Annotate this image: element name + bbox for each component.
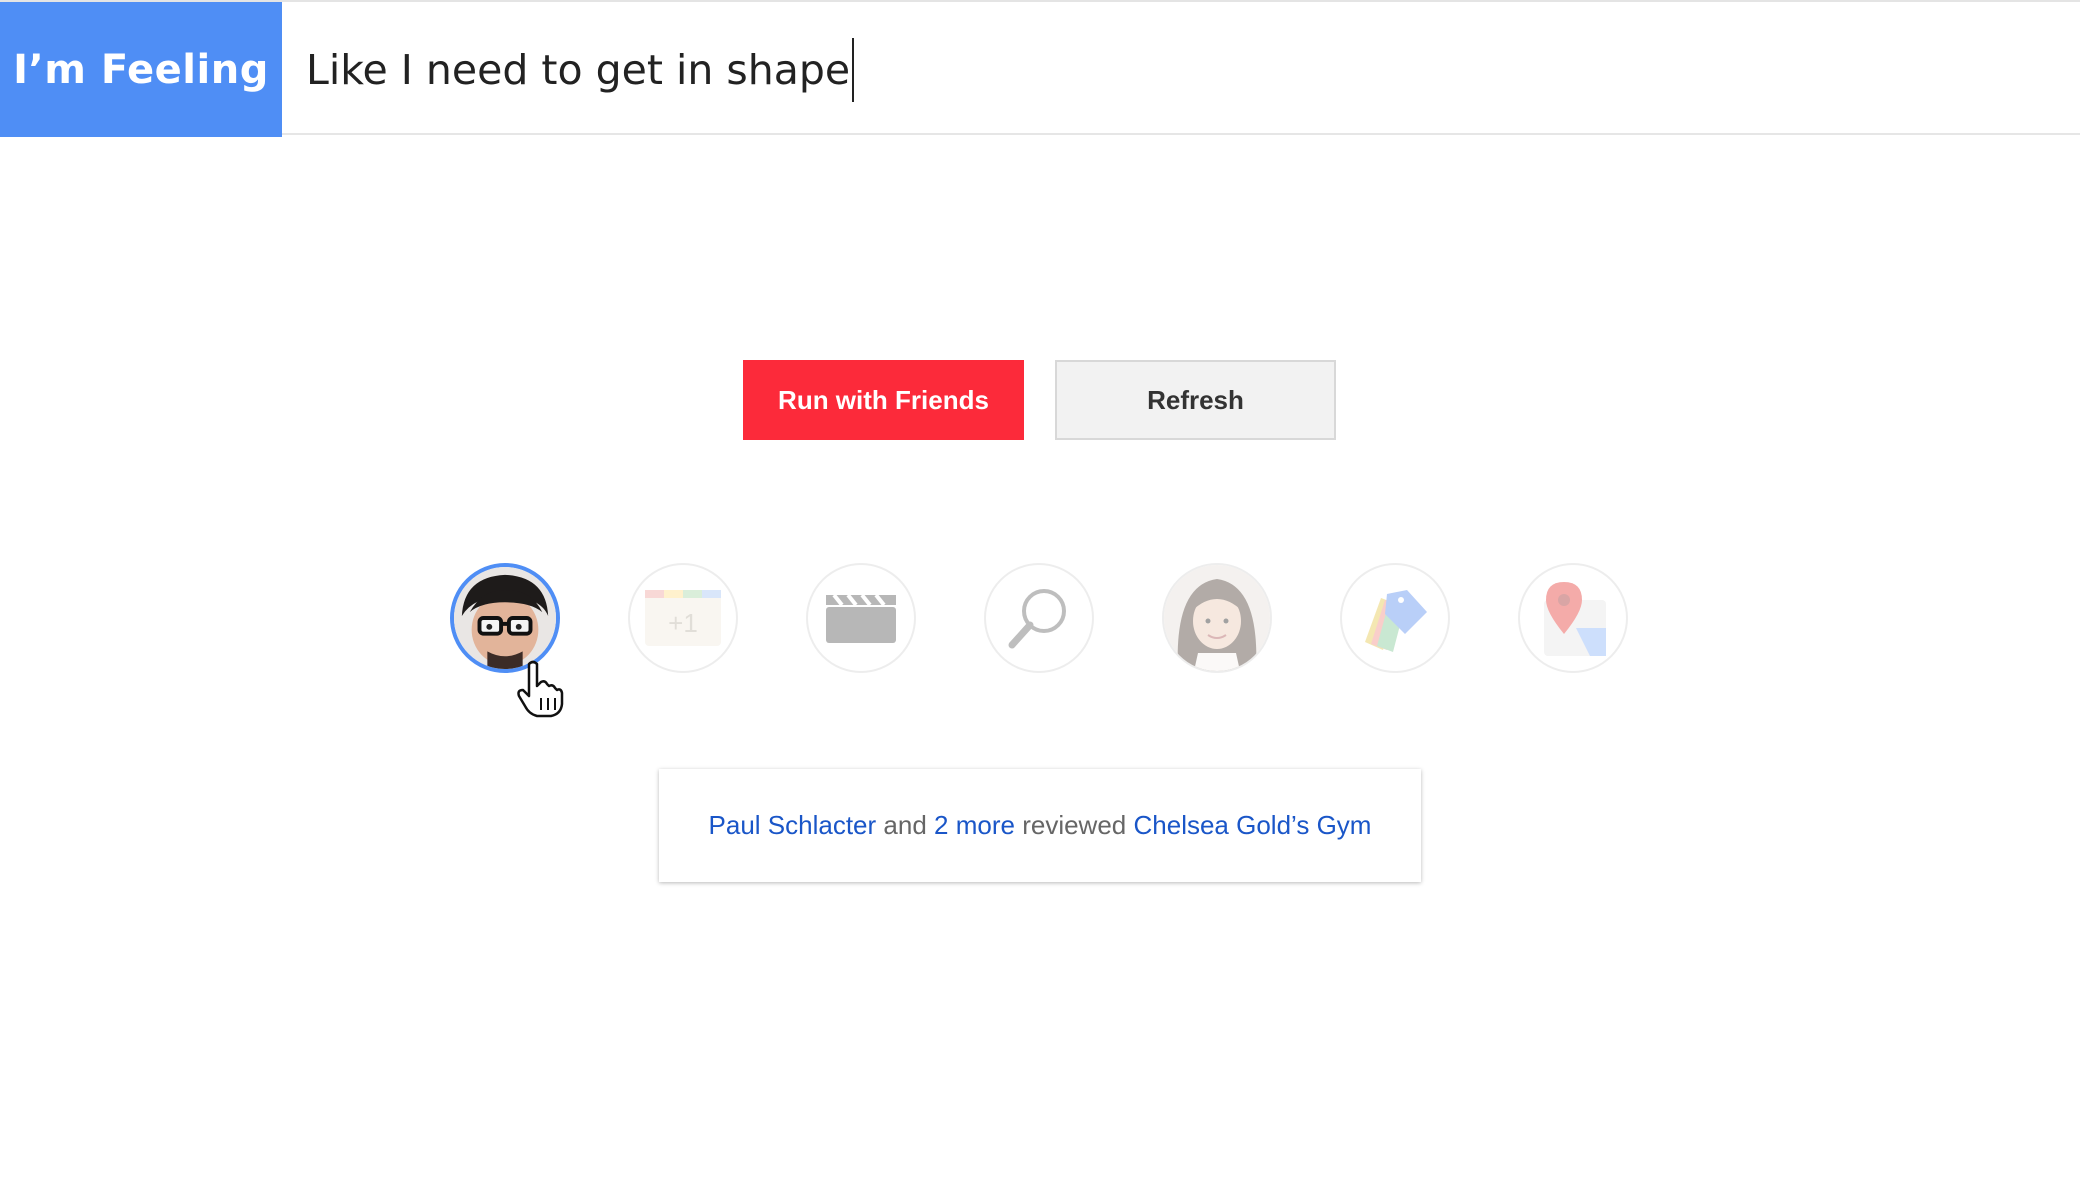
and-text: and xyxy=(883,810,927,840)
search-header-bar: I’m Feeling Like I need to get in shape xyxy=(0,0,2080,137)
more-reviewers-link[interactable]: 2 more xyxy=(934,810,1015,840)
friend-avatar-paul[interactable] xyxy=(450,563,560,673)
brand-label: I’m Feeling xyxy=(0,2,282,137)
friend-avatar-woman[interactable] xyxy=(1162,563,1272,673)
text-caret xyxy=(852,37,855,102)
google-plus-calendar-icon: +1 xyxy=(645,590,721,646)
calendar-plus-one-button[interactable]: +1 xyxy=(628,563,738,673)
person-avatar-icon xyxy=(454,567,556,669)
reviewed-text: reviewed xyxy=(1022,810,1127,840)
reviewer-name-link[interactable]: Paul Schlacter xyxy=(709,810,877,840)
person-avatar-icon xyxy=(1164,565,1270,671)
maps-button[interactable] xyxy=(1518,563,1628,673)
movies-button[interactable] xyxy=(806,563,916,673)
place-link[interactable]: Chelsea Gold’s Gym xyxy=(1134,810,1372,840)
maps-icon xyxy=(1544,582,1606,656)
friend-review-card: Paul Schlacter and 2 more reviewed Chels… xyxy=(659,769,1421,882)
search-button[interactable] xyxy=(984,563,1094,673)
svg-text:+1: +1 xyxy=(668,608,698,638)
refresh-button[interactable]: Refresh xyxy=(1055,360,1336,440)
shopping-button[interactable] xyxy=(1340,563,1450,673)
query-text: Like I need to get in shape xyxy=(306,45,851,94)
hand-pointer-cursor-icon xyxy=(517,660,564,718)
movies-clapperboard-icon xyxy=(826,593,896,643)
shopping-tags-icon xyxy=(1365,590,1427,652)
feeling-query-input[interactable]: Like I need to get in shape xyxy=(306,2,855,137)
search-icon xyxy=(1008,589,1066,649)
run-with-friends-button[interactable]: Run with Friends xyxy=(743,360,1024,440)
